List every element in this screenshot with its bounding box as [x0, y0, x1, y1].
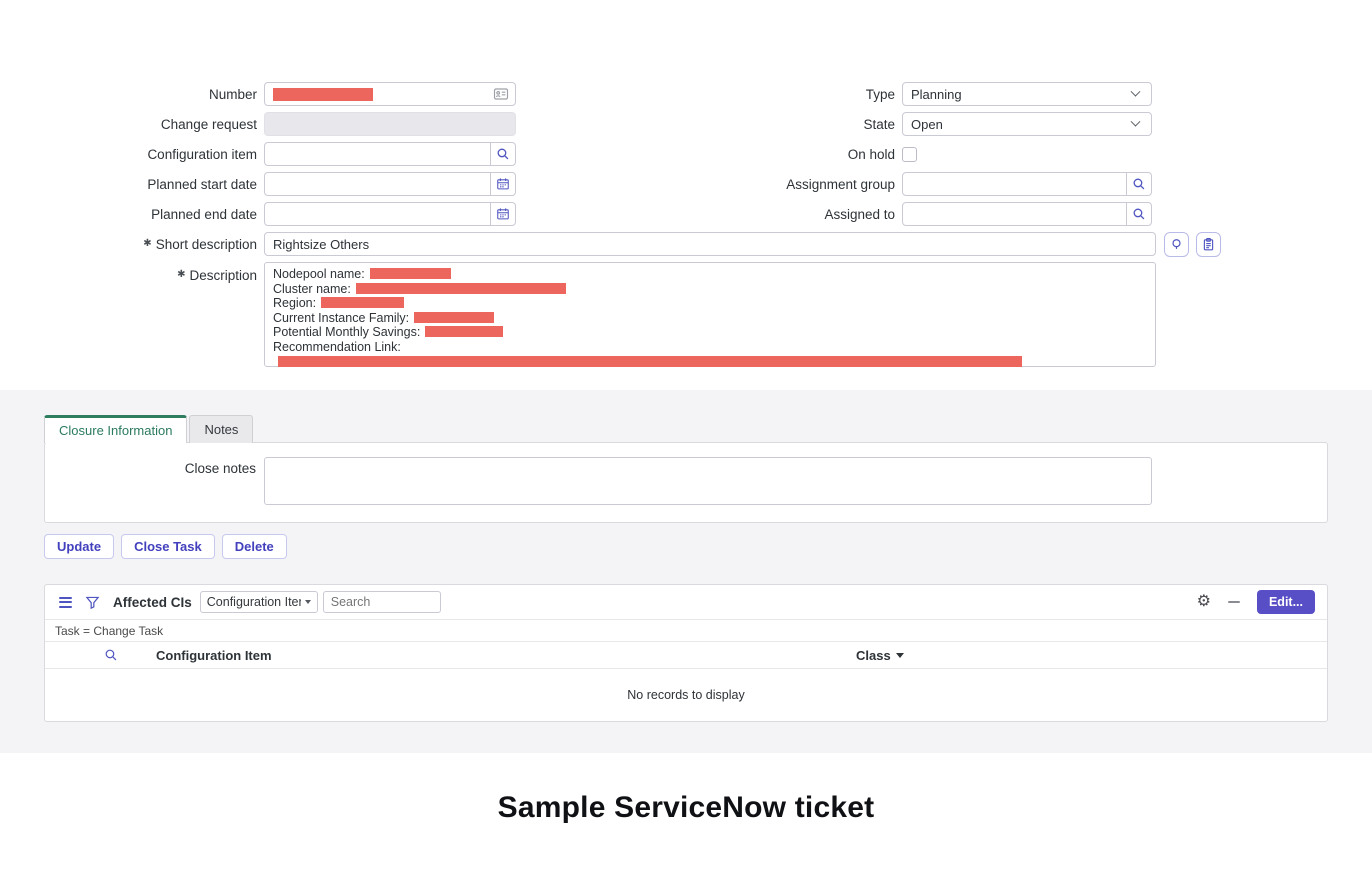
short-description-label: ✱ Short description: [67, 237, 257, 252]
filter-icon[interactable]: [85, 595, 100, 610]
chevron-down-icon: [1131, 86, 1141, 96]
list-search-input[interactable]: [323, 591, 441, 613]
list-menu-icon[interactable]: [57, 595, 74, 610]
on-hold-row: On hold: [705, 142, 1165, 166]
description-line: Recommendation Link:: [273, 340, 1147, 369]
assignment-group-lookup-button[interactable]: [1126, 173, 1151, 195]
redaction-bar: [425, 326, 503, 337]
planned-end-date-label: Planned end date: [67, 207, 257, 222]
planned-start-date-calendar-button[interactable]: [490, 173, 515, 195]
close-notes-textarea[interactable]: [264, 457, 1152, 505]
search-icon: [1132, 207, 1146, 221]
list-header-row: Configuration Item Class: [45, 642, 1327, 669]
chevron-down-icon: [305, 600, 311, 604]
record-preview-icon: [493, 86, 509, 102]
assigned-to-field[interactable]: [902, 202, 1152, 226]
update-button[interactable]: Update: [44, 534, 114, 559]
tab-notes[interactable]: Notes: [189, 415, 253, 443]
description-line: Region:: [273, 296, 1147, 311]
assignment-group-row: Assignment group: [705, 172, 1165, 196]
close-task-button[interactable]: Close Task: [121, 534, 215, 559]
image-caption: Sample ServiceNow ticket: [0, 791, 1372, 825]
change-request-field: [264, 112, 516, 136]
type-label: Type: [705, 87, 895, 102]
assignment-group-label: Assignment group: [705, 177, 895, 192]
description-label: ✱ Description: [67, 262, 257, 283]
affected-cis-list: Affected CIs Configuration Item ( ⚙ Edit…: [44, 584, 1328, 722]
suggestion-lightbulb-button[interactable]: [1164, 232, 1189, 257]
redaction-bar: [414, 312, 494, 323]
configuration-item-lookup-button[interactable]: [490, 143, 515, 165]
collapse-icon[interactable]: [1228, 601, 1240, 603]
search-icon: [496, 147, 510, 161]
redaction-bar: [356, 283, 566, 294]
redaction-bar: [273, 88, 373, 101]
column-search-toggle[interactable]: [45, 648, 156, 662]
ticket-form: Number Change request Configuration item: [0, 0, 1372, 390]
related-list-title: Affected CIs: [113, 595, 192, 610]
type-row: Type Planning: [705, 82, 1165, 106]
knowledge-clipboard-button[interactable]: [1196, 232, 1221, 257]
assigned-to-lookup-button[interactable]: [1126, 203, 1151, 225]
redaction-bar: [321, 297, 404, 308]
search-column-select[interactable]: Configuration Item (: [200, 591, 318, 613]
form-actions: Update Close Task Delete: [44, 534, 1328, 559]
planned-end-date-field[interactable]: [264, 202, 516, 226]
list-condition: Task = Change Task: [45, 619, 1327, 642]
redaction-bar: [370, 268, 451, 279]
delete-button[interactable]: Delete: [222, 534, 287, 559]
gear-icon[interactable]: ⚙: [1197, 594, 1211, 610]
number-label: Number: [67, 87, 257, 102]
short-description-row: ✱ Short description Rightsize Others: [67, 232, 1227, 256]
tab-closure-information[interactable]: Closure Information: [44, 415, 187, 443]
state-row: State Open: [705, 112, 1165, 136]
planned-end-date-calendar-button[interactable]: [490, 203, 515, 225]
description-line: Current Instance Family:: [273, 311, 1147, 326]
state-select[interactable]: Open: [902, 112, 1152, 136]
description-line: Potential Monthly Savings:: [273, 325, 1147, 340]
chevron-down-icon: [1131, 116, 1141, 126]
search-icon: [1132, 177, 1146, 191]
calendar-icon: [496, 177, 510, 191]
column-header-configuration-item[interactable]: Configuration Item: [156, 648, 856, 663]
affected-cis-toolbar: Affected CIs Configuration Item ( ⚙ Edit…: [45, 585, 1327, 619]
redaction-bar: [278, 356, 1022, 367]
closure-information-panel: Close notes: [44, 442, 1328, 523]
configuration-item-label: Configuration item: [67, 147, 257, 162]
edit-button[interactable]: Edit...: [1257, 590, 1315, 614]
search-icon: [104, 648, 118, 662]
close-notes-label: Close notes: [45, 457, 256, 476]
required-icon: ✱: [143, 238, 151, 253]
on-hold-checkbox[interactable]: [902, 147, 917, 162]
description-line: Cluster name:: [273, 282, 1147, 297]
change-request-label: Change request: [67, 117, 257, 132]
description-row: ✱ Description Nodepool name: Cluster nam…: [67, 262, 1227, 367]
lower-section: Closure Information Notes Close notes Up…: [0, 390, 1372, 753]
tab-strip: Closure Information Notes: [44, 415, 1328, 443]
state-label: State: [705, 117, 895, 132]
description-line: Nodepool name:: [273, 267, 1147, 282]
column-header-class[interactable]: Class: [856, 648, 904, 663]
type-select[interactable]: Planning: [902, 82, 1152, 106]
assigned-to-label: Assigned to: [705, 207, 895, 222]
number-field[interactable]: [264, 82, 516, 106]
planned-start-date-label: Planned start date: [67, 177, 257, 192]
on-hold-label: On hold: [705, 147, 895, 162]
configuration-item-field[interactable]: [264, 142, 516, 166]
assigned-to-row: Assigned to: [705, 202, 1165, 226]
assignment-group-field[interactable]: [902, 172, 1152, 196]
planned-start-date-field[interactable]: [264, 172, 516, 196]
required-icon: ✱: [177, 269, 185, 284]
sort-arrow-icon: [896, 653, 904, 658]
calendar-icon: [496, 207, 510, 221]
empty-list-message: No records to display: [45, 669, 1327, 721]
clipboard-icon: [1201, 237, 1216, 252]
short-description-field[interactable]: Rightsize Others: [264, 232, 1156, 256]
lightbulb-icon: [1169, 237, 1184, 252]
description-field[interactable]: Nodepool name: Cluster name: Region: Cur…: [264, 262, 1156, 367]
